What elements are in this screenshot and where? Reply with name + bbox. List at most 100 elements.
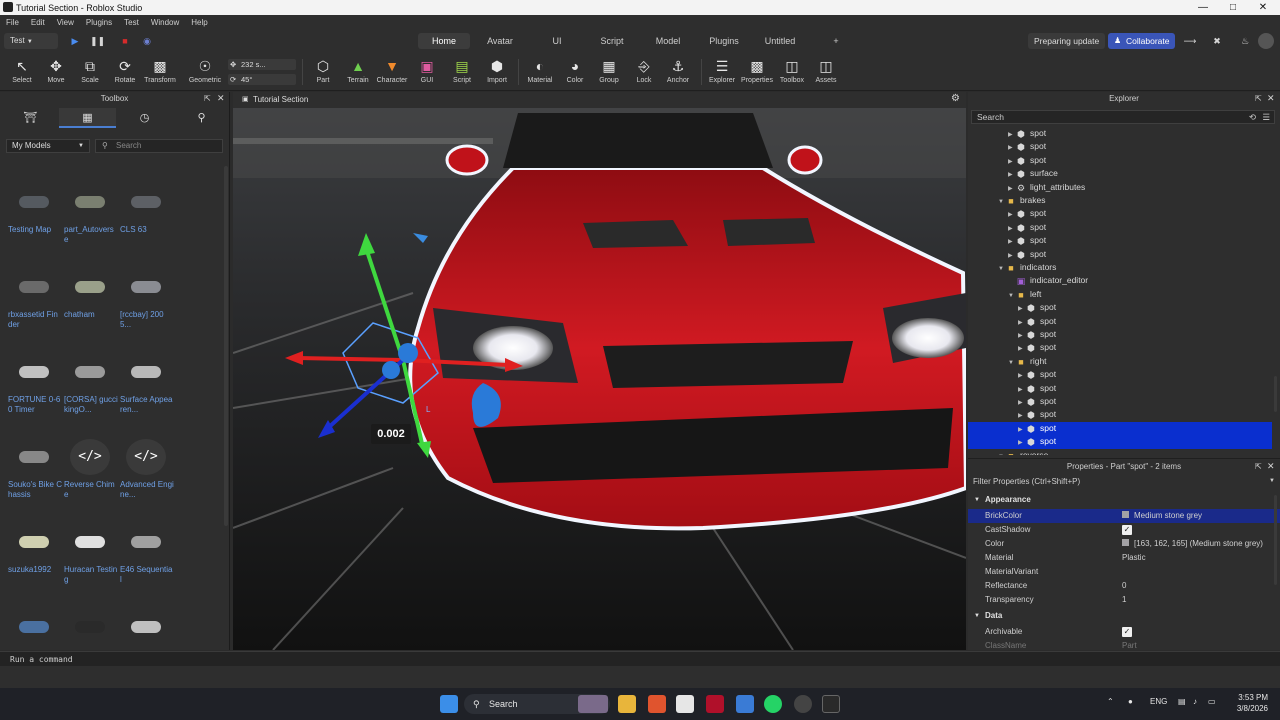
file-explorer-icon[interactable] [618, 695, 636, 713]
command-bar-input[interactable]: Run a command [0, 651, 1280, 666]
share-icon[interactable]: ⟶ [1183, 33, 1197, 49]
avatar[interactable] [1258, 33, 1274, 49]
explorer-node[interactable]: ▣ indicator_editor [968, 274, 1272, 287]
checkbox-checked-icon[interactable]: ✓ [1122, 627, 1132, 637]
menu-file[interactable]: File [6, 18, 19, 27]
tools-icon[interactable]: ✖ [1210, 33, 1224, 49]
notifications-icon[interactable]: ♨ [1238, 33, 1252, 49]
tab-avatar[interactable]: Avatar [476, 33, 524, 49]
property-row[interactable]: Material Plastic [968, 551, 1280, 565]
geometric-pivot-tool[interactable]: ☉ Geometric [185, 56, 225, 90]
pause-icon[interactable]: ❚❚ [90, 33, 105, 49]
anchor-tool[interactable]: ⚓ Anchor [658, 56, 698, 90]
property-category[interactable]: ▼ Data [968, 609, 1280, 623]
menu-edit[interactable]: Edit [31, 18, 45, 27]
property-category[interactable]: ▼ Appearance [968, 493, 1280, 507]
maximize-icon[interactable]: □ [1218, 0, 1248, 15]
toolbox-item[interactable]: ... [6, 609, 62, 646]
property-row[interactable]: Reflectance 0 [968, 579, 1280, 593]
3d-viewport[interactable]: L 0.002 [233, 108, 966, 650]
assets-tool[interactable]: ◫ Assets [806, 56, 846, 90]
menu-test[interactable]: Test [124, 18, 139, 27]
explorer-node[interactable]: ▶ ⬢ spot [968, 421, 1272, 436]
tab-inventory[interactable]: ▦ [59, 108, 116, 128]
checkbox-checked-icon[interactable]: ✓ [1122, 525, 1132, 535]
property-value[interactable]: ✓ [1122, 523, 1132, 537]
brave-browser-icon[interactable] [648, 695, 666, 713]
toolbox-item[interactable]: [rccbay] 2005... [118, 269, 174, 349]
explorer-node[interactable]: ▶ ⬢ spot [968, 127, 1272, 140]
collaborate-button[interactable]: ♟ Collaborate [1108, 33, 1176, 49]
material-tool[interactable]: ◐ Material [520, 56, 560, 90]
minimize-icon[interactable]: — [1188, 0, 1218, 15]
property-value[interactable]: Part [1122, 639, 1137, 651]
property-value[interactable]: 1 [1122, 593, 1126, 607]
explorer-node[interactable]: ▶ ⬢ spot [968, 368, 1272, 381]
toolbox-item[interactable]: </> Advanced Engine... [118, 439, 174, 519]
settings-gear-icon[interactable]: ⚙ [951, 93, 960, 104]
toolbox-item[interactable]: 1002 Nissan [118, 609, 174, 646]
toolbox-item[interactable]: CLS 63 [118, 184, 174, 264]
toolbox-item[interactable]: Souko's Bike Chassis [6, 439, 62, 519]
taskbar-date[interactable]: 3/8/2026 [1236, 704, 1268, 713]
property-row[interactable]: MaterialVariant [968, 565, 1280, 579]
menu-view[interactable]: View [57, 18, 74, 27]
explorer-node[interactable]: ▶ ⚙ light_attributes [968, 181, 1272, 194]
tab-model[interactable]: Model [646, 33, 690, 49]
toolbox-item[interactable]: 1000 Nissan [62, 609, 118, 646]
menu-help[interactable]: Help [191, 18, 207, 27]
tab-untitled[interactable]: Untitled [758, 33, 802, 49]
properties-tool[interactable]: ▩ Properties [737, 56, 777, 90]
toolbox-item[interactable]: rbxassetid Finder [6, 269, 62, 349]
toolbox-item[interactable]: suzuka1992 [6, 524, 62, 604]
scale-tool[interactable]: ⧉ Scale [70, 56, 110, 90]
explorer-scrollbar[interactable] [1274, 376, 1277, 412]
expand-down-icon[interactable]: ▼ [974, 609, 980, 623]
move-increment-field[interactable]: ✥ 232 s... [228, 59, 296, 70]
property-row[interactable]: ClassName Part [968, 639, 1280, 651]
explorer-node[interactable]: ▶ ⬢ spot [968, 301, 1272, 314]
tab-tutorial-section[interactable]: ▣ Tutorial Section ✕ [239, 93, 319, 118]
rotate-tool[interactable]: ⟳ Rotate [105, 56, 145, 90]
explorer-node[interactable]: ▶ ⬢ spot [968, 341, 1272, 354]
explorer-node[interactable]: ▶ ⬢ spot [968, 154, 1272, 167]
properties-scrollbar[interactable] [1274, 495, 1277, 585]
input-language[interactable]: ENG [1150, 697, 1167, 706]
explorer-node[interactable]: ▶ ⬢ spot [968, 221, 1272, 234]
toolbox-item[interactable]: FORTUNE 0-60 Timer [6, 354, 62, 434]
part-tool[interactable]: ⬡ Part [303, 56, 343, 90]
history-icon[interactable]: ⟲ [1249, 111, 1256, 123]
filter-icon[interactable]: ☰ [1262, 111, 1270, 123]
group-tool[interactable]: ▦ Group [589, 56, 629, 90]
network-icon[interactable]: ▤ [1178, 697, 1186, 706]
toolbox-item[interactable]: Testing Map [6, 184, 62, 264]
explorer-node[interactable]: ▶ ⬢ spot [968, 382, 1272, 395]
windows-start-icon[interactable] [440, 695, 458, 713]
tab-creations[interactable]: ⚲ [173, 108, 230, 128]
property-value[interactable]: Plastic [1122, 551, 1146, 565]
toolbox-item[interactable]: chatham [62, 269, 118, 349]
explorer-node[interactable]: ▶ ⬢ spot [968, 207, 1272, 220]
app-red-icon[interactable] [706, 695, 724, 713]
undock-icon[interactable]: ⇱ [204, 94, 211, 103]
play-icon[interactable]: ▶ [68, 33, 82, 49]
preparing-update-button[interactable]: Preparing update [1028, 33, 1106, 49]
roblox-studio-taskbar-icon[interactable] [822, 695, 840, 713]
close-panel-icon[interactable]: ✕ [1267, 93, 1275, 104]
category-dropdown[interactable]: My Models ▼ [6, 139, 90, 153]
toolbox-item[interactable]: [CORSA] guccikingO... [62, 354, 118, 434]
stop-icon[interactable]: ■ [118, 33, 132, 49]
property-row[interactable]: Color [163, 162, 165] (Medium stone grey) [968, 537, 1280, 551]
test-mode-dropdown[interactable]: Test ▼ [4, 33, 58, 49]
explorer-node[interactable]: ▶ ⬢ spot [968, 328, 1272, 341]
property-row[interactable]: BrickColor Medium stone grey [968, 509, 1280, 523]
toolbox-item[interactable]: Surface Appearen... [118, 354, 174, 434]
volume-icon[interactable]: ♪ [1193, 697, 1197, 706]
property-row[interactable]: CastShadow ✓ [968, 523, 1280, 537]
close-panel-icon[interactable]: ✕ [217, 93, 225, 104]
tray-chevron-up-icon[interactable]: ⌃ [1107, 697, 1114, 706]
whatsapp-icon[interactable] [764, 695, 782, 713]
explorer-node[interactable]: ▼■ reverse [968, 449, 1272, 455]
undock-icon[interactable]: ⇱ [1255, 94, 1262, 103]
property-value[interactable]: 0 [1122, 579, 1126, 593]
